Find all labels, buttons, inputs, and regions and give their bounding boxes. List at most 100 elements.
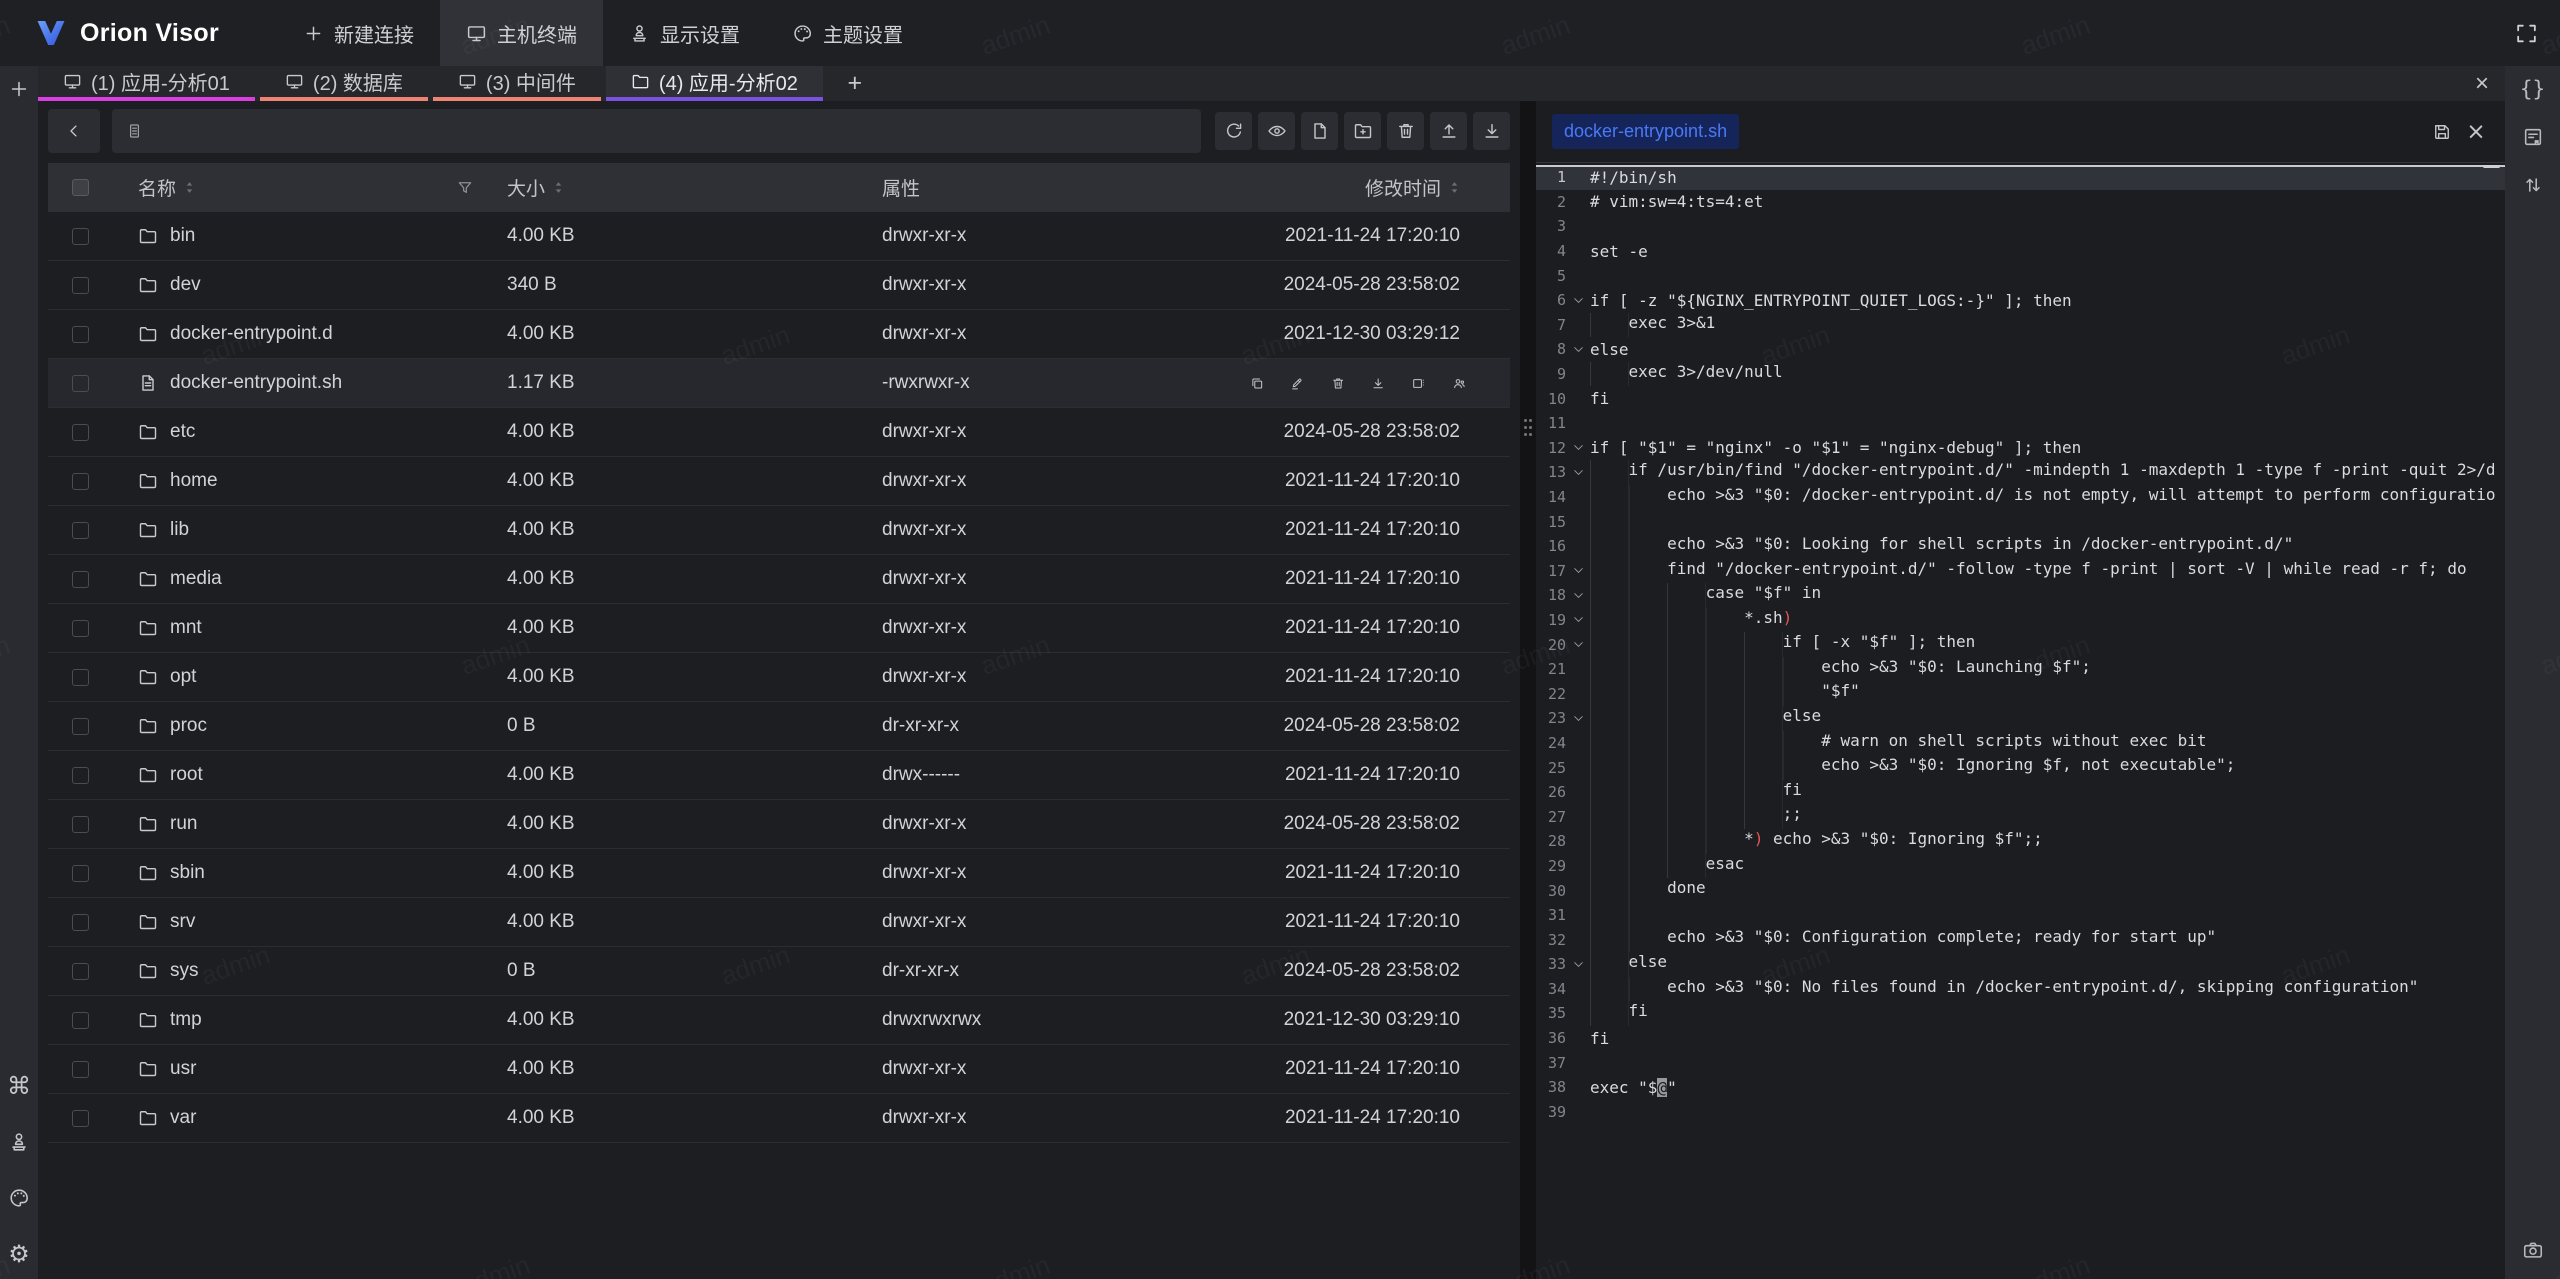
code-line-7[interactable]: 7exec 3>&1 (1536, 313, 2505, 338)
fold-chevron-icon[interactable] (1566, 564, 1590, 577)
file-name[interactable]: opt (170, 666, 196, 688)
menu-item-3[interactable]: 显示设置 (603, 0, 766, 66)
row-checkbox[interactable] (72, 1061, 89, 1078)
fullscreen-button[interactable] (2504, 0, 2548, 66)
file-row-var[interactable]: var4.00 KBdrwxr-xr-x2021-11-24 17:20:10 (48, 1094, 1510, 1143)
terminal-tab-1[interactable]: (1) 应用-分析01 (38, 66, 255, 101)
fold-chevron-icon[interactable] (1566, 441, 1590, 454)
upload-button[interactable] (1430, 112, 1467, 150)
delete-icon[interactable] (1331, 373, 1345, 394)
save-button[interactable] (2425, 115, 2459, 149)
file-row-dev[interactable]: dev340 Bdrwxr-xr-x2024-05-28 23:58:02 (48, 261, 1510, 310)
stamp-rail-button[interactable] (2, 1125, 36, 1159)
menu-item-2[interactable]: 主机终端 (440, 0, 603, 66)
fold-chevron-icon[interactable] (1566, 712, 1590, 725)
file-row-srv[interactable]: srv4.00 KBdrwxr-xr-x2021-11-24 17:20:10 (48, 898, 1510, 947)
code-line-28[interactable]: 28*) echo >&3 "$0: Ignoring $f";; (1536, 829, 2505, 854)
menu-item-4[interactable]: 主题设置 (766, 0, 929, 66)
fold-chevron-icon[interactable] (1566, 343, 1590, 356)
refresh-button[interactable] (1215, 112, 1252, 150)
fold-chevron-icon[interactable] (1566, 638, 1590, 651)
file-name[interactable]: root (170, 764, 203, 786)
file-row-mnt[interactable]: mnt4.00 KBdrwxr-xr-x2021-11-24 17:20:10 (48, 604, 1510, 653)
code-line-33[interactable]: 33else (1536, 952, 2505, 977)
row-checkbox[interactable] (72, 522, 89, 539)
braces-rail-button[interactable]: {} (2516, 72, 2550, 106)
permission-icon[interactable] (1452, 373, 1466, 394)
code-line-23[interactable]: 23else (1536, 706, 2505, 731)
row-checkbox[interactable] (72, 277, 89, 294)
file-name[interactable]: sbin (170, 862, 205, 884)
new-folder-button[interactable] (1344, 112, 1381, 150)
move-icon[interactable] (1411, 373, 1425, 394)
code-area[interactable]: 1#!/bin/sh2# vim:sw=4:ts=4:et34set -e56i… (1536, 163, 2505, 1279)
code-line-30[interactable]: 30done (1536, 878, 2505, 903)
fold-chevron-icon[interactable] (1566, 466, 1590, 479)
code-line-1[interactable]: 1#!/bin/sh (1536, 165, 2505, 190)
file-row-root[interactable]: root4.00 KBdrwx------2021-11-24 17:20:10 (48, 751, 1510, 800)
file-row-home[interactable]: home4.00 KBdrwxr-xr-x2021-11-24 17:20:10 (48, 457, 1510, 506)
terminal-tab-2[interactable]: (2) 数据库 (260, 66, 428, 101)
back-button[interactable] (48, 109, 100, 153)
code-line-34[interactable]: 34echo >&3 "$0: No files found in /docke… (1536, 977, 2505, 1002)
editor-scrollbar-thumb[interactable] (2483, 165, 2500, 168)
code-line-13[interactable]: 13if /usr/bin/find "/docker-entrypoint.d… (1536, 460, 2505, 485)
file-name[interactable]: dev (170, 274, 201, 296)
code-line-22[interactable]: 22"$f" (1536, 681, 2505, 706)
file-name[interactable]: docker-entrypoint.d (170, 323, 333, 345)
code-line-39[interactable]: 39 (1536, 1100, 2505, 1125)
file-row-media[interactable]: media4.00 KBdrwxr-xr-x2021-11-24 17:20:1… (48, 555, 1510, 604)
new-tab-button[interactable]: + (828, 66, 882, 101)
code-line-12[interactable]: 12if [ "$1" = "nginx" -o "$1" = "nginx-d… (1536, 436, 2505, 461)
row-checkbox[interactable] (72, 669, 89, 686)
file-row-sys[interactable]: sys0 Bdr-xr-xr-x2024-05-28 23:58:02 (48, 947, 1510, 996)
row-checkbox[interactable] (72, 620, 89, 637)
code-line-37[interactable]: 37 (1536, 1050, 2505, 1075)
code-line-35[interactable]: 35fi (1536, 1001, 2505, 1026)
file-row-run[interactable]: run4.00 KBdrwxr-xr-x2024-05-28 23:58:02 (48, 800, 1510, 849)
file-row-opt[interactable]: opt4.00 KBdrwxr-xr-x2021-11-24 17:20:10 (48, 653, 1510, 702)
file-row-usr[interactable]: usr4.00 KBdrwxr-xr-x2021-11-24 17:20:10 (48, 1045, 1510, 1094)
close-tabs-button[interactable]: × (2475, 66, 2489, 101)
code-line-15[interactable]: 15 (1536, 509, 2505, 534)
download-icon[interactable] (1371, 373, 1385, 394)
file-name[interactable]: docker-entrypoint.sh (170, 372, 342, 394)
download-button[interactable] (1473, 112, 1510, 150)
code-line-25[interactable]: 25echo >&3 "$0: Ignoring $f, not executa… (1536, 755, 2505, 780)
sort-carets-icon[interactable] (184, 180, 195, 195)
swap-rail-button[interactable] (2516, 168, 2550, 202)
file-name[interactable]: lib (170, 519, 189, 541)
row-checkbox[interactable] (72, 1012, 89, 1029)
file-row-sbin[interactable]: sbin4.00 KBdrwxr-xr-x2021-11-24 17:20:10 (48, 849, 1510, 898)
file-name[interactable]: etc (170, 421, 195, 443)
path-input[interactable] (153, 121, 1187, 142)
row-checkbox[interactable] (72, 424, 89, 441)
code-line-36[interactable]: 36fi (1536, 1026, 2505, 1051)
code-line-26[interactable]: 26fi (1536, 780, 2505, 805)
code-line-6[interactable]: 6if [ -z "${NGINX_ENTRYPOINT_QUIET_LOGS:… (1536, 288, 2505, 313)
file-name[interactable]: tmp (170, 1009, 202, 1031)
code-line-3[interactable]: 3 (1536, 214, 2505, 239)
fold-chevron-icon[interactable] (1566, 613, 1590, 626)
terminal-tab-4[interactable]: (4) 应用-分析02 (606, 66, 823, 101)
row-checkbox[interactable] (72, 228, 89, 245)
row-checkbox[interactable] (72, 914, 89, 931)
code-line-20[interactable]: 20if [ -x "$f" ]; then (1536, 632, 2505, 657)
file-name[interactable]: sys (170, 960, 199, 982)
copy-icon[interactable] (1250, 373, 1264, 394)
file-name[interactable]: run (170, 813, 197, 835)
fold-chevron-icon[interactable] (1566, 294, 1590, 307)
file-name[interactable]: media (170, 568, 222, 590)
code-line-14[interactable]: 14echo >&3 "$0: /docker-entrypoint.d/ is… (1536, 485, 2505, 510)
palette-rail-button[interactable] (2, 1181, 36, 1215)
panel-resize-divider[interactable] (1520, 101, 1536, 1279)
code-line-16[interactable]: 16echo >&3 "$0: Looking for shell script… (1536, 534, 2505, 559)
code-line-5[interactable]: 5 (1536, 263, 2505, 288)
row-checkbox[interactable] (72, 571, 89, 588)
code-line-19[interactable]: 19*.sh) (1536, 608, 2505, 633)
file-name[interactable]: var (170, 1107, 196, 1129)
sort-carets-icon[interactable] (1449, 180, 1460, 195)
file-row-etc[interactable]: etc4.00 KBdrwxr-xr-x2024-05-28 23:58:02 (48, 408, 1510, 457)
file-row-tmp[interactable]: tmp4.00 KBdrwxrwxrwx2021-12-30 03:29:10 (48, 996, 1510, 1045)
row-checkbox[interactable] (72, 865, 89, 882)
